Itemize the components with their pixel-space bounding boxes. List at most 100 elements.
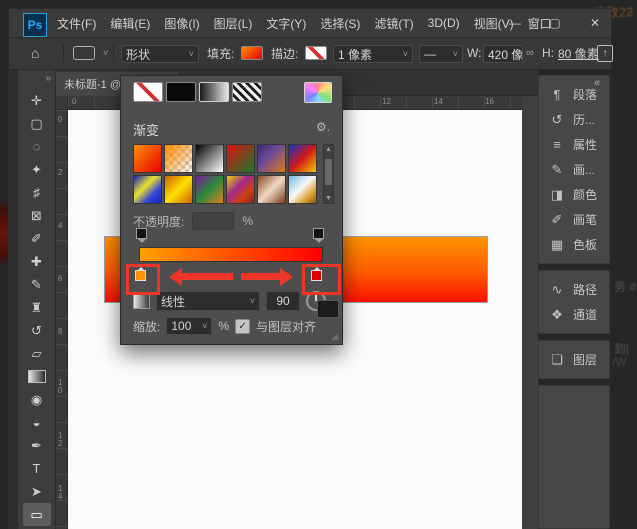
gradient-preset-swatch[interactable] (195, 175, 224, 204)
panel-tab-brush-settings[interactable]: ✎ 画... (539, 157, 609, 182)
expand-dock-icon[interactable]: « (594, 77, 600, 89)
panel-tab-swatches[interactable]: ▦ 色板 (539, 232, 609, 257)
scale-field[interactable]: 100 ˅ (166, 317, 212, 335)
panel-icon: ≡ (548, 137, 566, 152)
panel-tab-properties[interactable]: ≡ 属性 (539, 132, 609, 157)
ruler-corner (56, 96, 68, 110)
export-button[interactable]: ↑ (597, 38, 613, 68)
panel-tab-brushes[interactable]: ✐ 画笔 (539, 207, 609, 232)
home-icon[interactable]: ⌂ (31, 38, 39, 68)
tool-mode-select[interactable]: 形状 ˅ (121, 45, 199, 63)
healing-brush-tool[interactable]: ✚ (23, 250, 51, 273)
height-field[interactable]: 80 像素 (558, 38, 599, 68)
gradient-preset-swatch[interactable] (195, 144, 224, 173)
scroll-down-icon[interactable]: ▼ (324, 195, 333, 202)
brush-tool[interactable]: ✎ (23, 273, 51, 296)
opacity-stop-right[interactable] (313, 228, 324, 239)
maximize-button[interactable]: ▢ (545, 16, 565, 30)
panel-group-1: ¶ 段落 ↺ 历... ≡ 属性 ✎ 画... (538, 75, 610, 264)
fill-swatch[interactable] (241, 38, 263, 68)
annotation-arrow-left (173, 273, 233, 280)
scale-row: 缩放: 100 ˅ % ✓ 与图层对齐 (133, 317, 316, 335)
crop-tool[interactable]: ♯ (23, 181, 51, 204)
reverse-gradient-icon[interactable] (317, 300, 339, 318)
blur-tool[interactable]: ◉ (23, 388, 51, 411)
pattern-fill-button[interactable] (232, 82, 262, 102)
background-text-fragment: 务 # (614, 278, 636, 295)
gradient-editor-bar[interactable] (139, 247, 323, 262)
quick-selection-tool[interactable]: ✦ (23, 158, 51, 181)
menu-item[interactable]: 图像(I) (164, 15, 199, 32)
menu-item[interactable]: 图层(L) (214, 15, 253, 32)
panel-tab-channels[interactable]: ❖ 通道 (539, 302, 609, 327)
ruler-tick-label: 8 (58, 328, 66, 336)
pen-tool[interactable]: ✒ (23, 434, 51, 457)
stroke-swatch[interactable] (305, 38, 327, 68)
move-tool[interactable]: ✛ (23, 89, 51, 112)
gradient-preset-swatch[interactable] (288, 175, 317, 204)
panel-tab-history[interactable]: ↺ 历... (539, 107, 609, 132)
width-field[interactable]: 420 像素 (483, 45, 523, 63)
history-brush-tool[interactable]: ↺ (23, 319, 51, 342)
stroke-style-select[interactable]: — ˅ (419, 45, 463, 63)
panel-tab-layers[interactable]: ❏ 图层 (539, 347, 609, 372)
gradient-tool[interactable] (23, 365, 51, 388)
close-button[interactable]: ✕ (585, 16, 605, 30)
menu-item[interactable]: 选择(S) (320, 15, 360, 32)
lasso-tool[interactable]: ◌ (23, 135, 51, 158)
angle-field[interactable]: 90 (266, 291, 300, 311)
panel-icon: ✎ (548, 162, 566, 178)
panel-tab-paths[interactable]: ∿ 路径 (539, 277, 609, 302)
resize-grip-icon[interactable]: ◢ (331, 331, 338, 342)
opacity-stop-left[interactable] (136, 228, 147, 239)
gradient-preset-swatch[interactable] (133, 175, 162, 204)
marquee-tool[interactable]: ▢ (23, 112, 51, 135)
menu-item[interactable]: 文字(Y) (266, 15, 306, 32)
tool-mode-label: 形状 (126, 46, 150, 63)
color-picker-button[interactable] (304, 82, 332, 103)
opacity-field[interactable] (192, 212, 234, 230)
gradient-preset-swatch[interactable] (133, 144, 162, 173)
tool-preset-dropdown[interactable]: ˅ (73, 38, 108, 68)
eraser-tool[interactable]: ▱ (23, 342, 51, 365)
swatch-scrollbar[interactable]: ▲ ▼ (323, 144, 334, 204)
expand-toolbar-icon[interactable]: » (45, 73, 51, 84)
panel-icon: ❖ (548, 307, 566, 323)
type-tool[interactable]: T (23, 457, 51, 480)
window-edge (8, 70, 18, 529)
rectangle-tool[interactable]: ▭ (23, 503, 51, 526)
gradient-fill-button[interactable] (199, 82, 229, 102)
menu-item[interactable]: 文件(F) (57, 15, 96, 32)
panel-group-2: ∿ 路径 ❖ 通道 (538, 270, 610, 334)
gradient-preset-swatch[interactable] (164, 175, 193, 204)
gradient-preset-swatch[interactable] (288, 144, 317, 173)
gradient-type-select[interactable]: 线性 ˅ (156, 291, 260, 311)
eyedropper-tool[interactable]: ✐ (23, 227, 51, 250)
menu-item[interactable]: 编辑(E) (110, 15, 150, 32)
menu-item[interactable]: 3D(D) (428, 16, 460, 30)
no-fill-button[interactable] (133, 82, 163, 102)
clone-stamp-tool[interactable]: ♜ (23, 296, 51, 319)
minimize-button[interactable]: — (505, 16, 525, 30)
link-dimensions-icon[interactable]: ∞ (526, 38, 534, 68)
menu-item[interactable]: 滤镜(T) (374, 15, 413, 32)
gradient-preset-swatch[interactable] (257, 175, 286, 204)
stroke-width-select[interactable]: 1 像素 ˅ (333, 45, 413, 63)
dodge-tool[interactable]: ◒ (23, 411, 51, 434)
panel-icon: ¶ (548, 87, 566, 102)
panel-label: 图层 (573, 351, 597, 368)
background-text-fragment: /W (612, 355, 627, 369)
scroll-up-icon[interactable]: ▲ (324, 146, 333, 153)
solid-fill-button[interactable] (166, 82, 196, 102)
scrollbar-thumb[interactable] (325, 159, 332, 185)
gradient-preset-swatch[interactable] (226, 144, 255, 173)
panel-tab-color[interactable]: ◨ 颜色 (539, 182, 609, 207)
path-selection-tool[interactable]: ➤ (23, 480, 51, 503)
gradient-preset-swatch[interactable] (226, 175, 255, 204)
panel-label: 色板 (573, 236, 597, 253)
frame-tool[interactable]: ⊠ (23, 204, 51, 227)
gradient-preset-swatch[interactable] (164, 144, 193, 173)
gradient-preset-swatch[interactable] (257, 144, 286, 173)
align-with-layer-checkbox[interactable]: ✓ (235, 319, 250, 334)
gear-icon[interactable]: ⚙. (316, 120, 330, 134)
